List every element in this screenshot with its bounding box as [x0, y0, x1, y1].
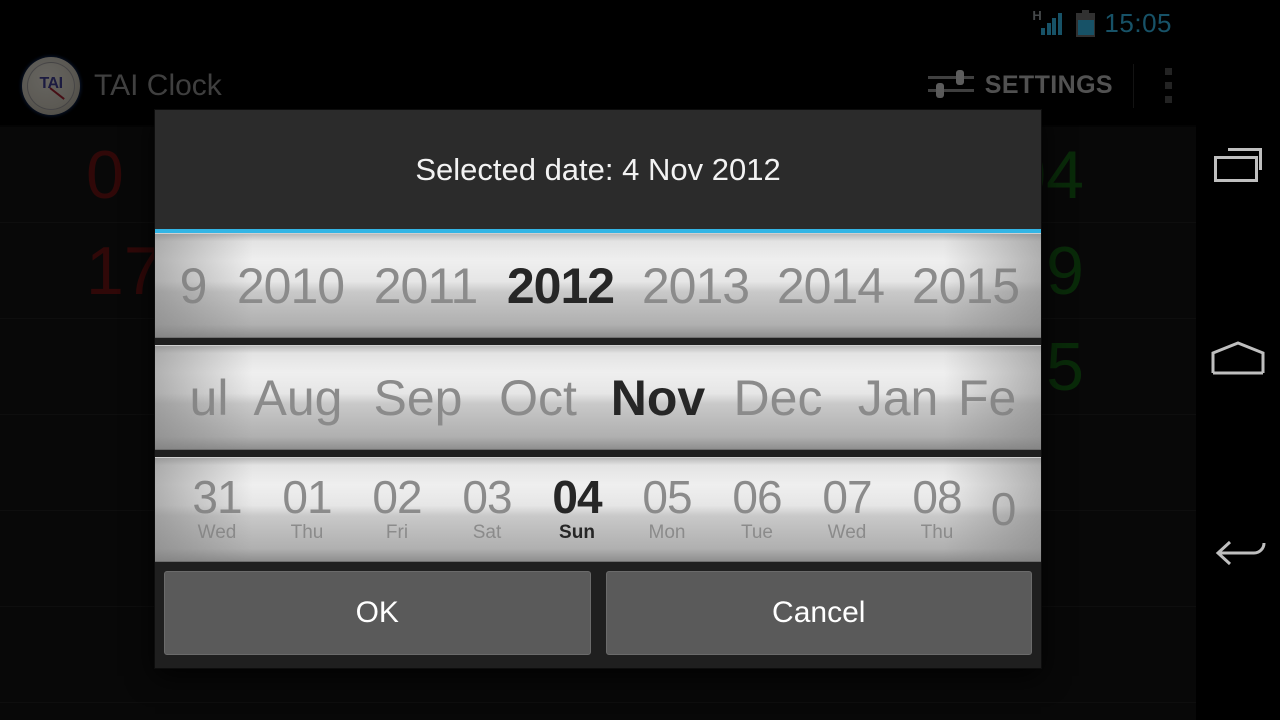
day-number: 05 [642, 471, 692, 524]
day-weekday: Tue [740, 522, 774, 544]
day-option[interactable]: 08 Thu [892, 474, 982, 545]
date-picker-dialog: Selected date: 4 Nov 2012 9 2010 2011 20… [155, 110, 1041, 668]
month-option[interactable]: Aug [238, 369, 358, 427]
day-number: 08 [912, 471, 962, 524]
day-weekday: Wed [197, 522, 237, 544]
day-weekday: Sun [559, 522, 595, 544]
day-number: 01 [282, 471, 332, 524]
month-option[interactable]: Oct [478, 369, 598, 427]
recents-icon [1214, 148, 1262, 182]
day-number: 04 [552, 471, 602, 524]
day-weekday: Thu [920, 522, 954, 544]
day-number: 0 [990, 485, 1017, 534]
day-option[interactable]: 06 Tue [712, 474, 802, 545]
screen: H 15:05 TAI TAI Clock [0, 0, 1280, 720]
app-area: H 15:05 TAI TAI Clock [0, 0, 1196, 720]
recents-button[interactable] [1196, 90, 1280, 240]
year-option[interactable]: 2013 [628, 257, 763, 315]
month-option[interactable]: ul [180, 369, 238, 427]
day-picker-items: 31 Wed 01 Thu 02 Fri 03 Sat 04 Sun 05 Mo… [155, 458, 1041, 561]
cancel-button[interactable]: Cancel [605, 571, 1032, 655]
dialog-header: Selected date: 4 Nov 2012 [155, 110, 1041, 229]
year-picker-items: 9 2010 2011 2012 2013 2014 2015 [155, 234, 1041, 337]
date-wheels: 9 2010 2011 2012 2013 2014 2015 ul Aug S [155, 233, 1041, 562]
month-option-selected[interactable]: Nov [598, 369, 718, 427]
day-number: 03 [462, 471, 512, 524]
home-icon [1211, 340, 1265, 380]
day-option[interactable]: 05 Mon [622, 474, 712, 545]
month-option[interactable]: Sep [358, 369, 478, 427]
day-weekday: Thu [290, 522, 324, 544]
day-number: 06 [732, 471, 782, 524]
day-option[interactable]: 01 Thu [262, 474, 352, 545]
month-option[interactable]: Jan [838, 369, 958, 427]
day-number: 31 [192, 471, 242, 524]
dialog-title: Selected date: 4 Nov 2012 [415, 151, 781, 187]
day-option[interactable]: 0 [982, 486, 1024, 534]
day-option[interactable]: 03 Sat [442, 474, 532, 545]
day-option[interactable]: 02 Fri [352, 474, 442, 545]
home-button[interactable] [1196, 285, 1280, 435]
dialog-button-bar: OK Cancel [155, 562, 1041, 667]
month-option[interactable]: Fe [958, 369, 1016, 427]
day-weekday: Mon [648, 522, 686, 544]
back-button[interactable] [1196, 480, 1280, 630]
month-picker[interactable]: ul Aug Sep Oct Nov Dec Jan Fe [155, 345, 1041, 450]
ok-button[interactable]: OK [164, 571, 591, 655]
year-option-selected[interactable]: 2012 [493, 257, 628, 315]
day-number: 02 [372, 471, 422, 524]
year-option[interactable]: 2011 [358, 257, 493, 315]
year-option[interactable]: 2015 [898, 257, 1033, 315]
year-picker[interactable]: 9 2010 2011 2012 2013 2014 2015 [155, 233, 1041, 338]
day-weekday: Sat [472, 522, 502, 544]
year-option[interactable]: 9 [163, 257, 223, 315]
month-option[interactable]: Dec [718, 369, 838, 427]
day-weekday: Fri [385, 522, 409, 544]
day-option-selected[interactable]: 04 Sun [532, 474, 622, 545]
year-option[interactable]: 2010 [223, 257, 358, 315]
day-number: 07 [822, 471, 872, 524]
navigation-bar [1196, 0, 1280, 720]
day-option[interactable]: 31 Wed [172, 474, 262, 545]
day-picker[interactable]: 31 Wed 01 Thu 02 Fri 03 Sat 04 Sun 05 Mo… [155, 457, 1041, 562]
day-weekday: Wed [827, 522, 867, 544]
year-option[interactable]: 2014 [763, 257, 898, 315]
day-option[interactable]: 07 Wed [802, 474, 892, 545]
month-picker-items: ul Aug Sep Oct Nov Dec Jan Fe [155, 346, 1041, 449]
back-icon [1210, 533, 1266, 578]
